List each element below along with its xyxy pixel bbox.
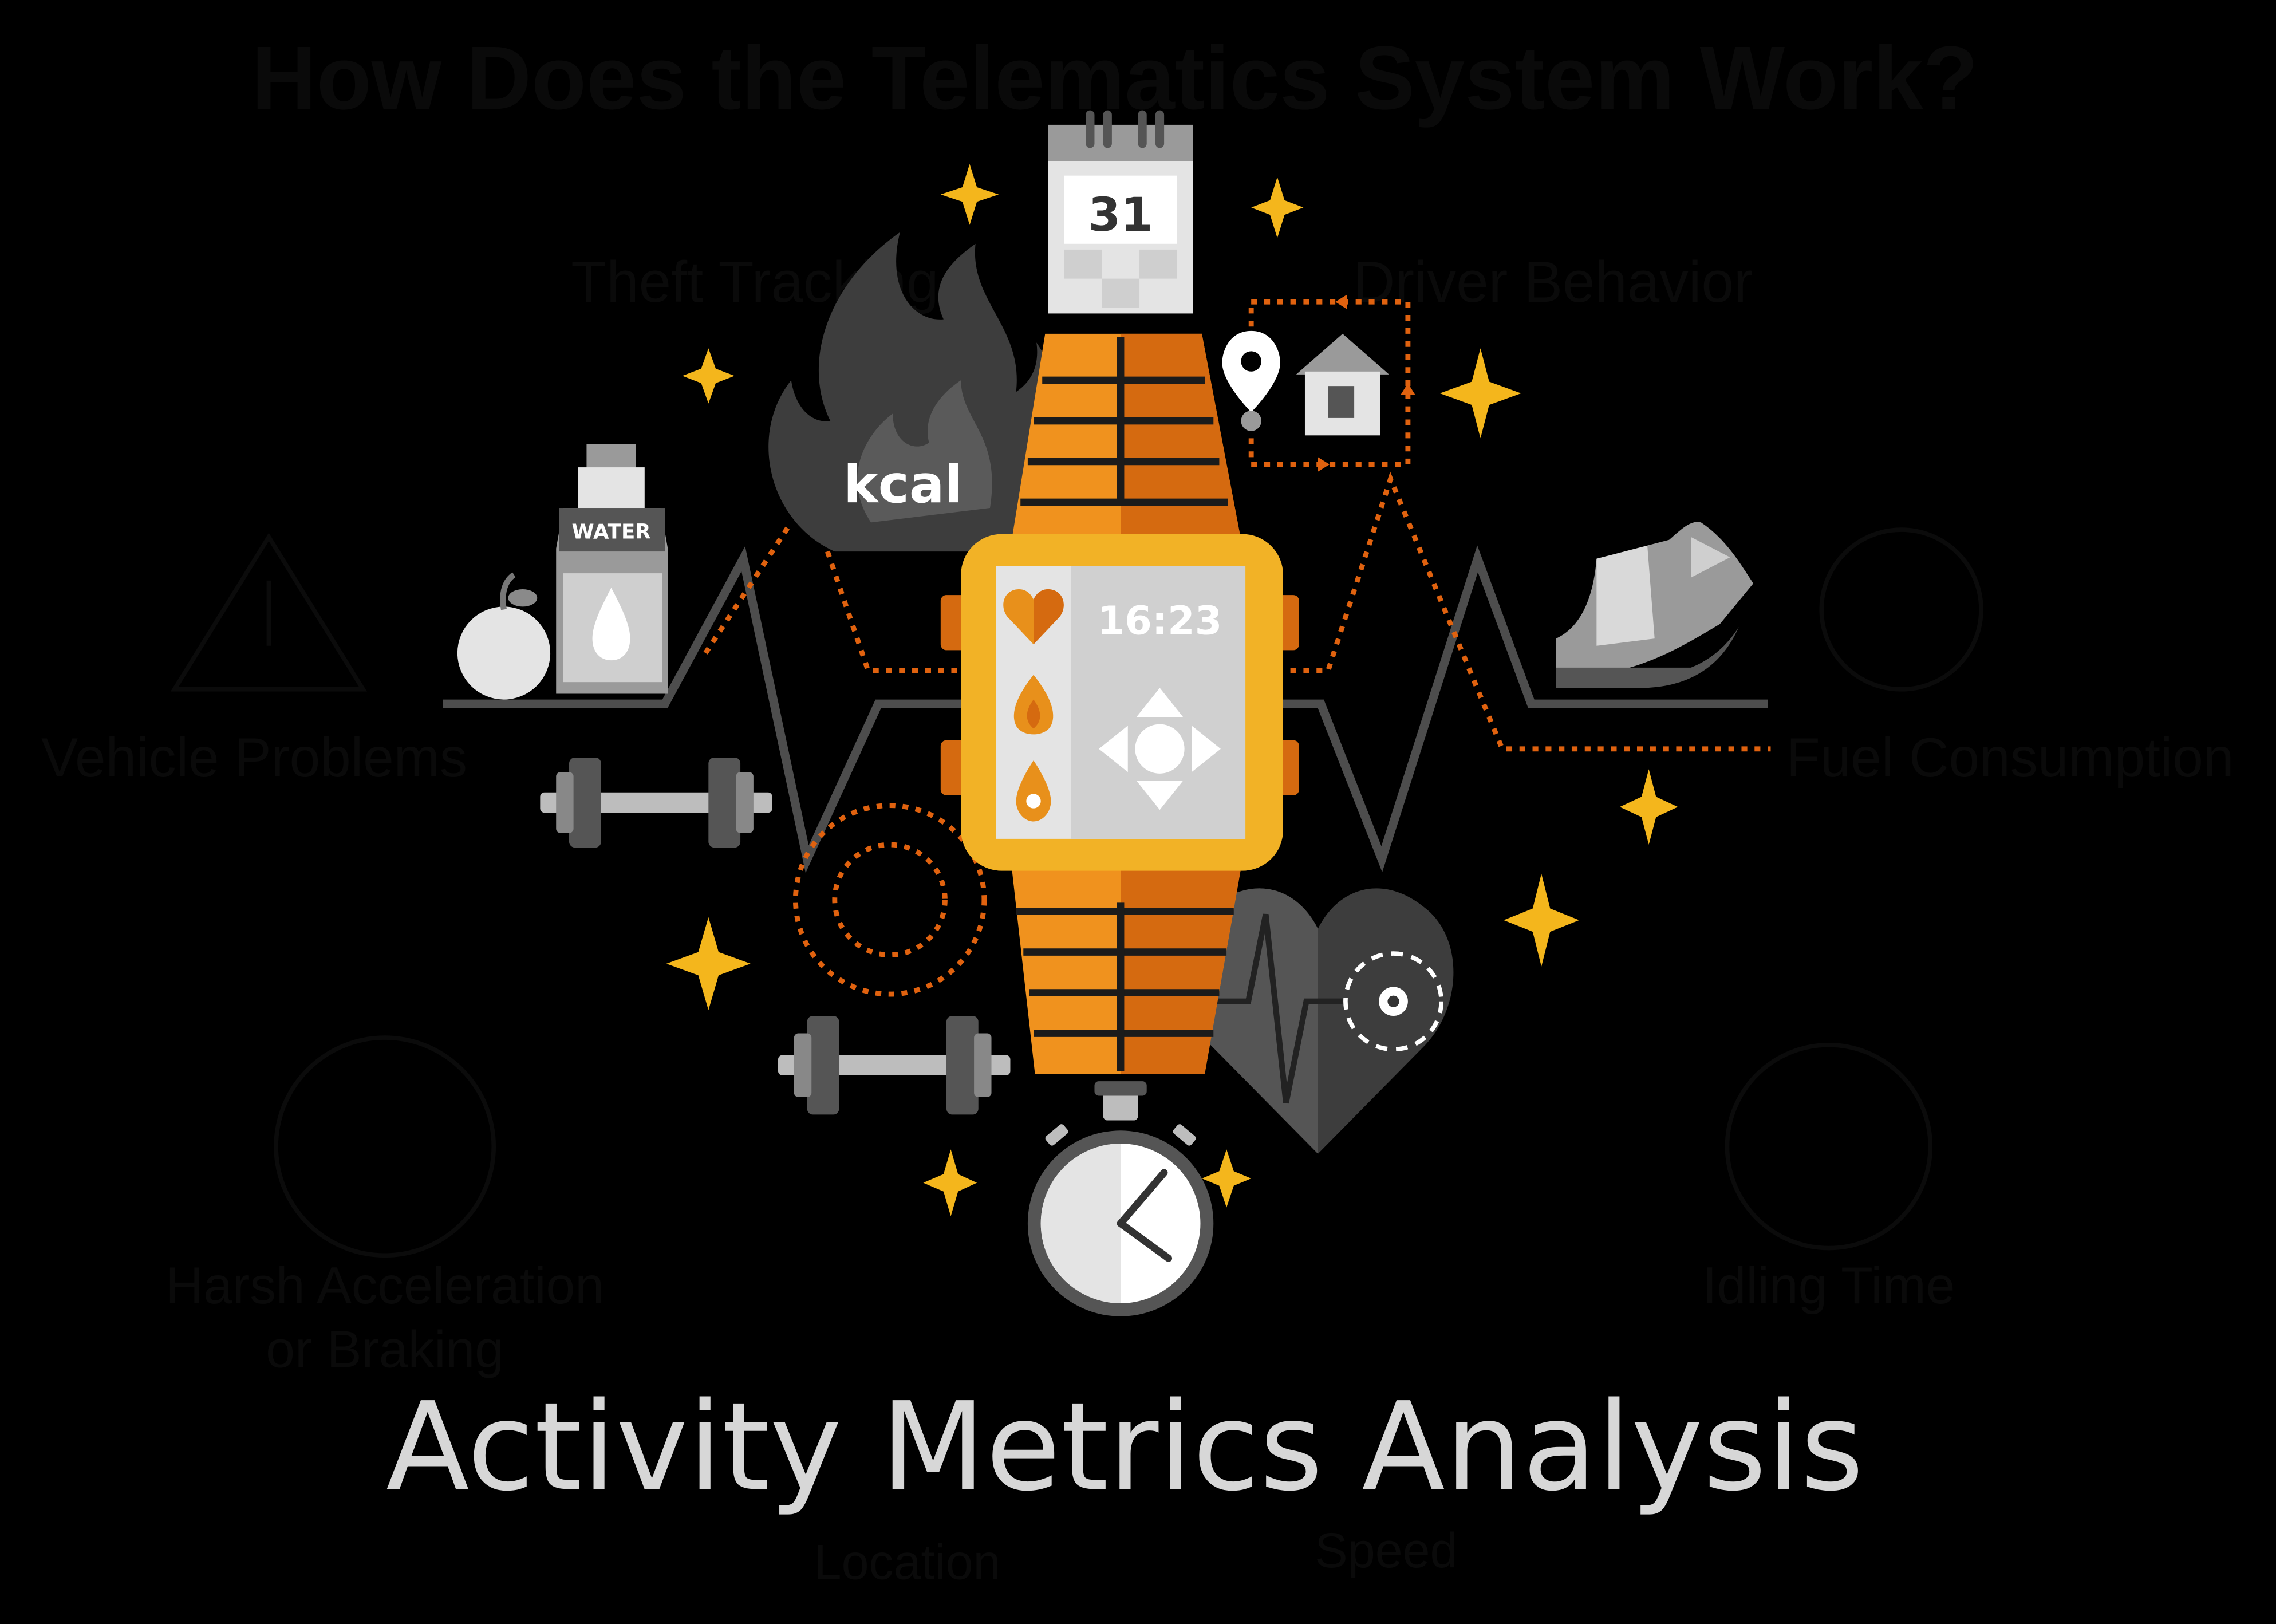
water-label: WATER: [572, 520, 651, 543]
label-fuel-consumption: Fuel Consumption: [1786, 727, 2234, 789]
calendar-day: 31: [1088, 188, 1153, 242]
page-heading: How Does the Telematics System Work?: [251, 28, 1978, 128]
kcal-label: kcal: [843, 454, 963, 515]
label-driver-behavior: Driver Behavior: [1353, 250, 1753, 314]
label-location: Location: [814, 1535, 1001, 1590]
label-speed: Speed: [1315, 1523, 1457, 1578]
calendar-icon: 31: [1048, 110, 1193, 314]
label-vehicle-problems: Vehicle Problems: [41, 727, 467, 789]
label-or-braking: or Braking: [266, 1320, 504, 1378]
infographic-canvas: How Does the Telematics System Work? The…: [0, 0, 2276, 1624]
label-harsh-acceleration: Harsh Acceleration: [165, 1256, 604, 1315]
caption: Activity Metrics Analysis: [386, 1376, 1864, 1518]
watch-time: 16:23: [1098, 598, 1222, 644]
label-idling-time: Idling Time: [1702, 1256, 1955, 1315]
